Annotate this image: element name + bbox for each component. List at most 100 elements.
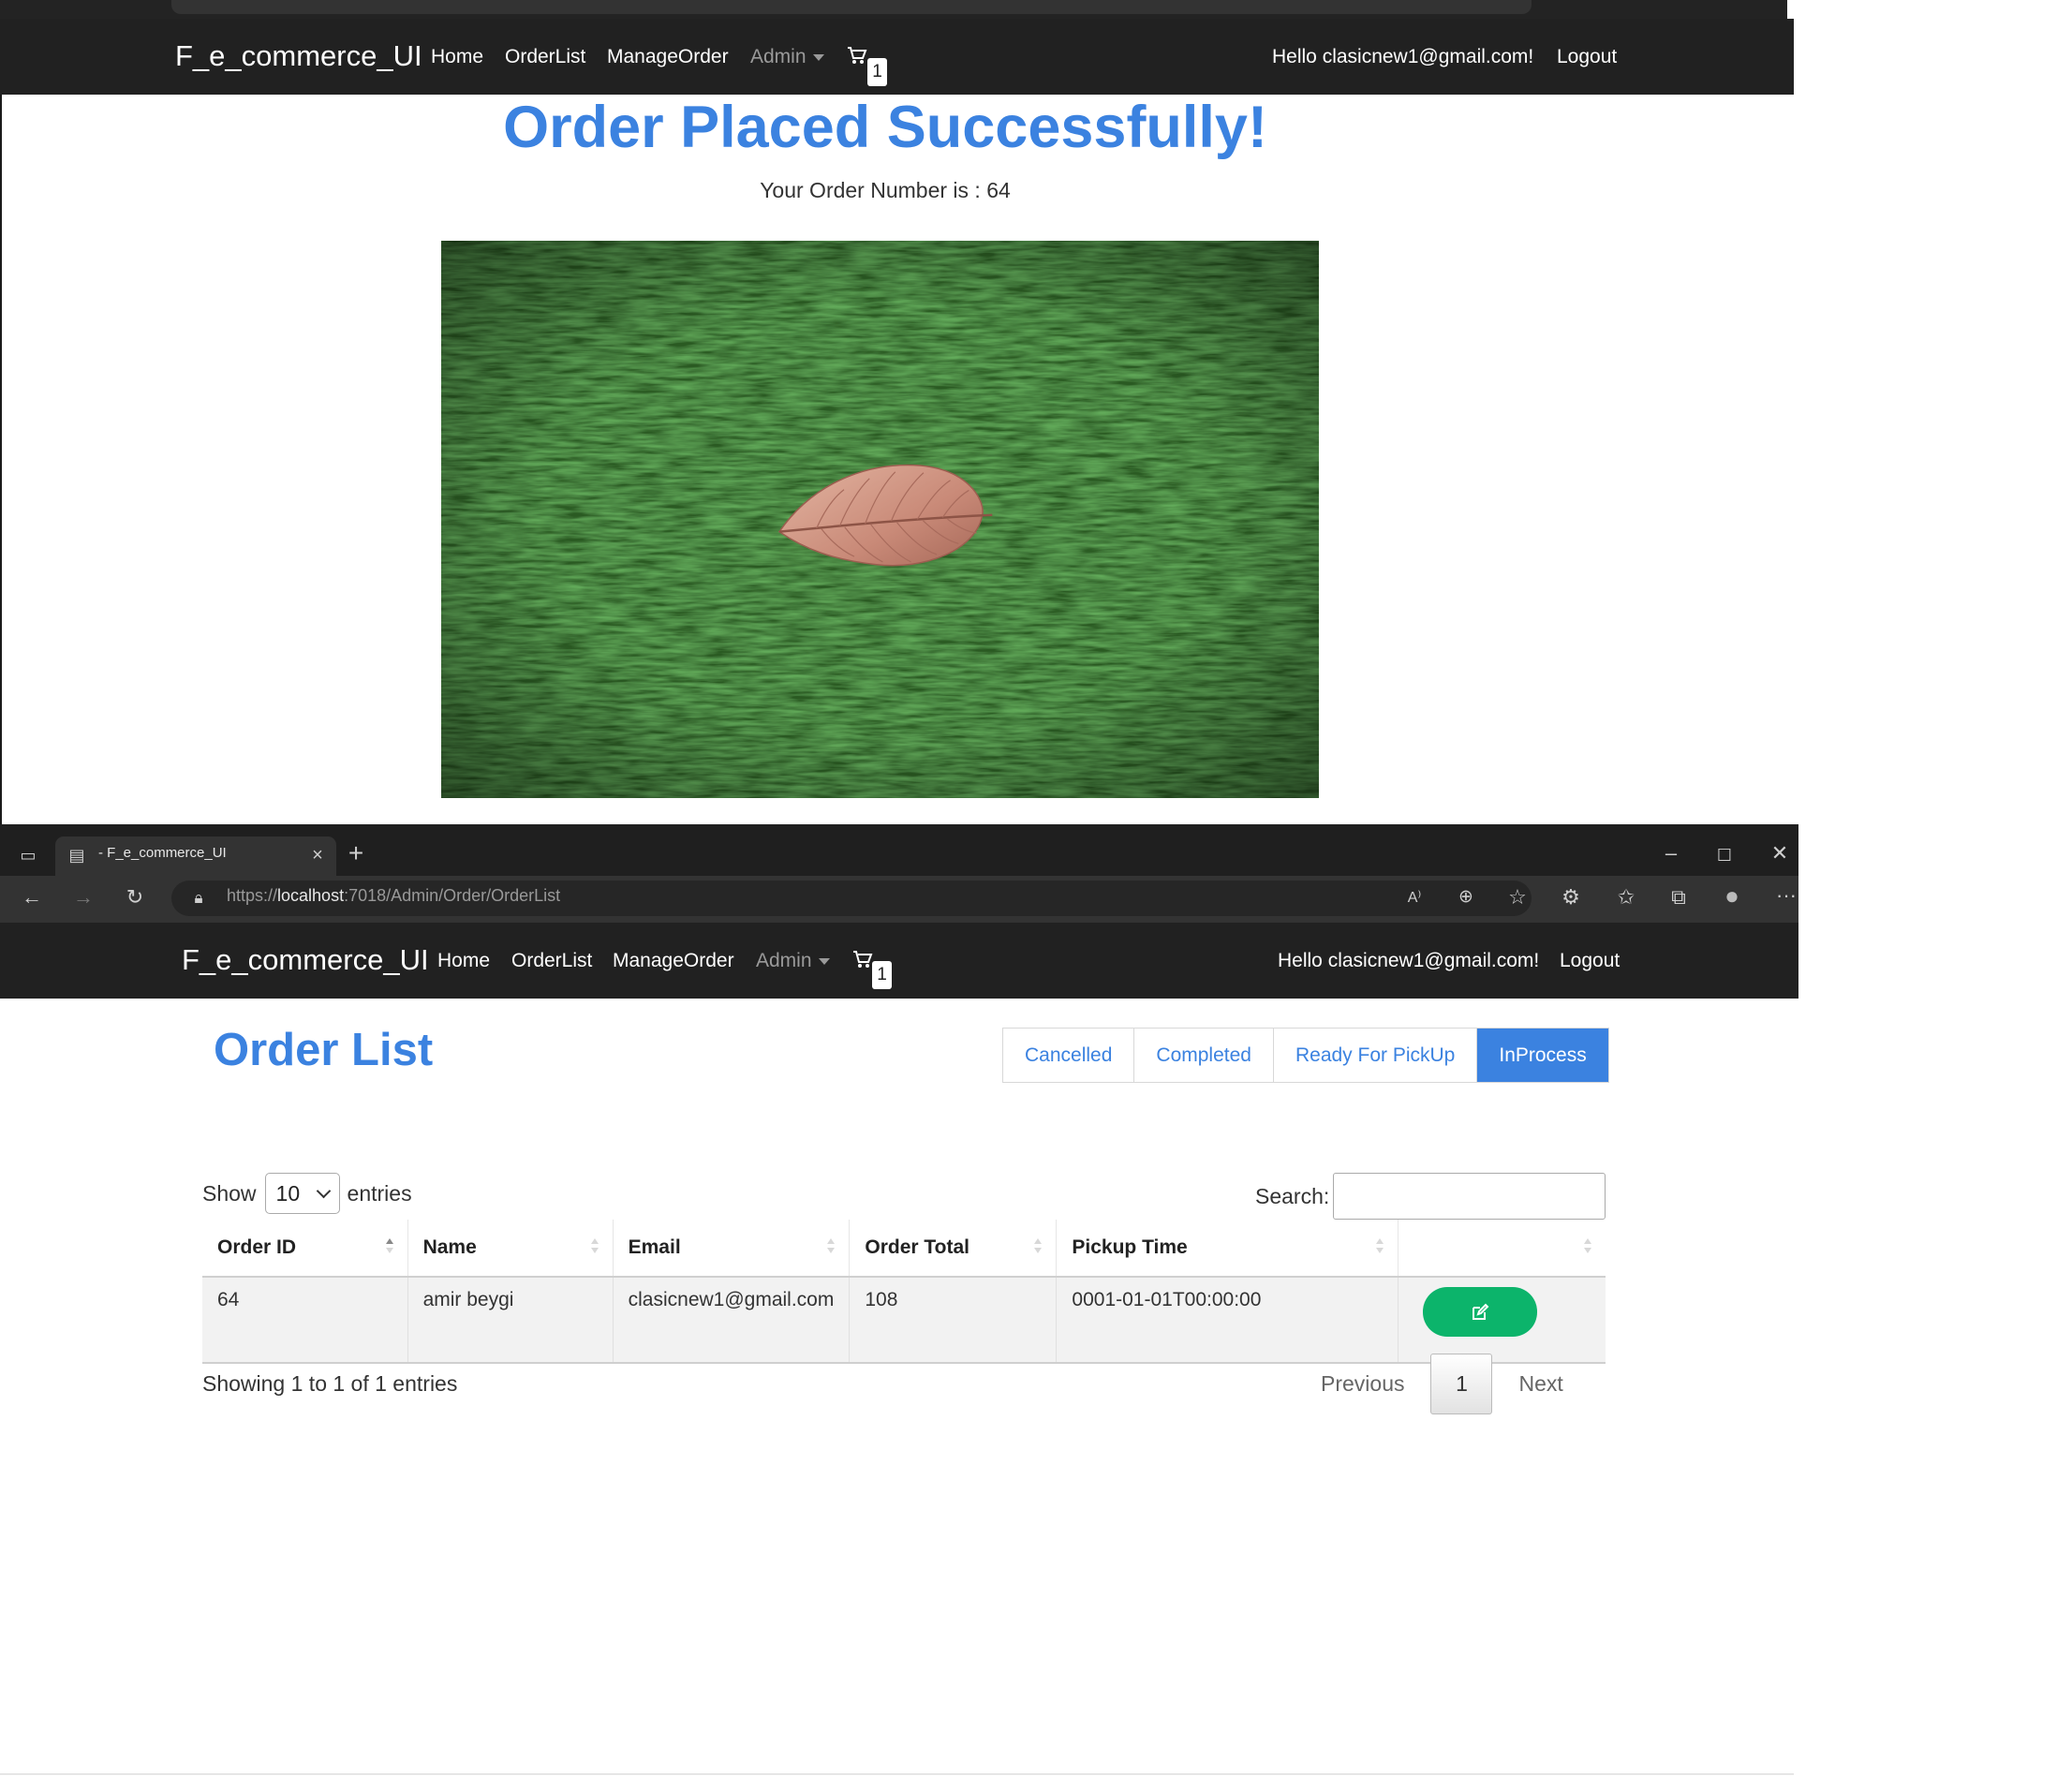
sort-icon [1583, 1238, 1592, 1259]
sort-icon [590, 1238, 599, 1259]
nav-home[interactable]: Home [437, 950, 490, 972]
column-header-label: Order Total [865, 1236, 969, 1258]
column-header-order-id[interactable]: Order ID [202, 1220, 408, 1278]
forward-icon[interactable]: → [70, 887, 96, 908]
address-url[interactable]: https://localhost:7018/Admin/Order/Order… [227, 886, 560, 906]
search-label: Search: [1255, 1183, 1330, 1208]
search-input[interactable] [1333, 1173, 1606, 1220]
column-header-email[interactable]: Email [613, 1220, 851, 1278]
back-icon[interactable]: ← [19, 887, 45, 908]
read-aloud-icon[interactable]: A⁾ [1401, 888, 1428, 909]
entries-select-value: 10 [275, 1180, 301, 1206]
column-header-label: Pickup Time [1072, 1236, 1188, 1258]
cell-pickup-time: 0001-01-01T00:00:00 [1056, 1277, 1399, 1364]
user-greeting[interactable]: Hello clasicnew1@gmail.com! [1278, 950, 1539, 972]
address-bar-top[interactable] [171, 0, 1532, 14]
window-edge [0, 95, 2, 825]
cart-icon[interactable] [852, 949, 873, 969]
sort-icon [826, 1238, 836, 1259]
filter-inprocess[interactable]: InProcess [1477, 1029, 1608, 1082]
extensions-icon[interactable]: ⚙ [1558, 887, 1584, 908]
table-row: 64 amir beygi clasicnew1@gmail.com 108 0… [202, 1277, 1606, 1364]
nav-orderlist[interactable]: OrderList [511, 950, 592, 972]
sort-icon [385, 1238, 394, 1259]
user-greeting[interactable]: Hello clasicnew1@gmail.com! [1272, 46, 1533, 68]
cart-icon[interactable] [847, 45, 867, 66]
cell-order-total: 108 [849, 1277, 1058, 1364]
profile-avatar-icon[interactable]: ● [1719, 883, 1745, 908]
pagination-next[interactable]: Next [1518, 1371, 1562, 1397]
cell-name: amir beygi [407, 1277, 614, 1364]
pagination-previous[interactable]: Previous [1321, 1371, 1404, 1397]
status-filter-group: Cancelled Completed Ready For PickUp InP… [1002, 1028, 1609, 1083]
url-scheme: https:// [227, 886, 278, 905]
table-search: Search: [1255, 1173, 1606, 1220]
page-title: Order List [214, 1025, 434, 1075]
tab-close-icon[interactable]: × [304, 845, 331, 866]
cart-count-badge: 1 [872, 961, 892, 989]
cell-actions [1398, 1277, 1606, 1364]
nav-manageorder[interactable]: ManageOrder [607, 46, 729, 68]
nav-orderlist[interactable]: OrderList [505, 46, 585, 68]
navbar-admin: F_e_commerce_UI Home OrderList ManageOrd… [0, 923, 1798, 999]
entries-length-control: Show 10 entries [202, 1173, 412, 1214]
column-header-name[interactable]: Name [407, 1220, 614, 1278]
more-icon[interactable]: ··· [1773, 885, 1799, 906]
new-tab-icon[interactable]: + [343, 840, 369, 866]
reload-icon[interactable]: ↻ [122, 887, 148, 908]
nav-home[interactable]: Home [431, 46, 483, 68]
chevron-down-icon [818, 957, 830, 965]
maximize-icon[interactable]: ☐ [1711, 845, 1738, 866]
filter-ready-for-pickup[interactable]: Ready For PickUp [1273, 1029, 1478, 1082]
page-favicon-icon: ▤ [68, 846, 85, 865]
orders-table: Order ID Name Email Order Total Pickup T… [202, 1220, 1606, 1364]
cart-count-badge: 1 [867, 58, 887, 86]
logout-link[interactable]: Logout [1557, 46, 1617, 68]
nav-admin-label: Admin [750, 46, 807, 67]
success-heading: Order Placed Successfully! [503, 95, 1267, 160]
favorites-icon[interactable]: ✩ [1613, 887, 1639, 908]
url-host: localhost [277, 886, 345, 905]
tab-actions-icon[interactable]: ▭ [15, 845, 41, 866]
order-number-text: Your Order Number is : 64 [760, 178, 1011, 202]
filter-cancelled[interactable]: Cancelled [1003, 1029, 1135, 1082]
show-label: Show [202, 1180, 257, 1206]
chevron-down-icon [316, 1183, 331, 1198]
logout-link[interactable]: Logout [1560, 950, 1620, 972]
edit-icon [1472, 1303, 1489, 1320]
confirmation-image [441, 241, 1319, 798]
page-bottom-divider [0, 1773, 1794, 1775]
sort-icon [1033, 1238, 1043, 1259]
lock-icon[interactable]: 🔒︎ [185, 888, 212, 909]
collections-icon[interactable]: ⧉ [1665, 887, 1692, 908]
nav-admin-dropdown[interactable]: Admin [750, 46, 824, 68]
nav-admin-label: Admin [756, 950, 812, 971]
table-header-row: Order ID Name Email Order Total Pickup T… [202, 1220, 1606, 1278]
entries-label: entries [347, 1180, 412, 1206]
minimize-icon[interactable]: – [1658, 843, 1684, 864]
pagination: Previous 1 Next [1321, 1354, 1563, 1414]
entries-select[interactable]: 10 [264, 1173, 340, 1214]
sort-icon [1375, 1238, 1384, 1259]
brand-link[interactable]: F_e_commerce_UI [182, 943, 429, 977]
window-close-icon[interactable]: ✕ [1767, 843, 1793, 864]
column-header-label: Email [628, 1236, 681, 1258]
pagination-page-current[interactable]: 1 [1430, 1354, 1493, 1414]
column-header-pickup-time[interactable]: Pickup Time [1056, 1220, 1399, 1278]
cell-order-id: 64 [202, 1277, 408, 1364]
column-header-order-total[interactable]: Order Total [849, 1220, 1058, 1278]
nav-manageorder[interactable]: ManageOrder [613, 950, 734, 972]
url-path: :7018/Admin/Order/OrderList [344, 886, 561, 905]
brand-link[interactable]: F_e_commerce_UI [175, 39, 422, 73]
zoom-icon[interactable]: ⊕ [1453, 887, 1479, 908]
table-info: Showing 1 to 1 of 1 entries [202, 1371, 458, 1396]
cell-email: clasicnew1@gmail.com [613, 1277, 851, 1364]
favorite-add-icon[interactable]: ☆ [1504, 887, 1531, 908]
chevron-down-icon [812, 53, 824, 61]
edit-order-button[interactable] [1422, 1287, 1537, 1337]
filter-completed[interactable]: Completed [1134, 1029, 1274, 1082]
nav-admin-dropdown[interactable]: Admin [756, 950, 830, 972]
column-header-label: Name [422, 1236, 477, 1258]
navbar-top: F_e_commerce_UI Home OrderList ManageOrd… [0, 19, 1794, 95]
column-header-actions[interactable] [1398, 1220, 1606, 1278]
